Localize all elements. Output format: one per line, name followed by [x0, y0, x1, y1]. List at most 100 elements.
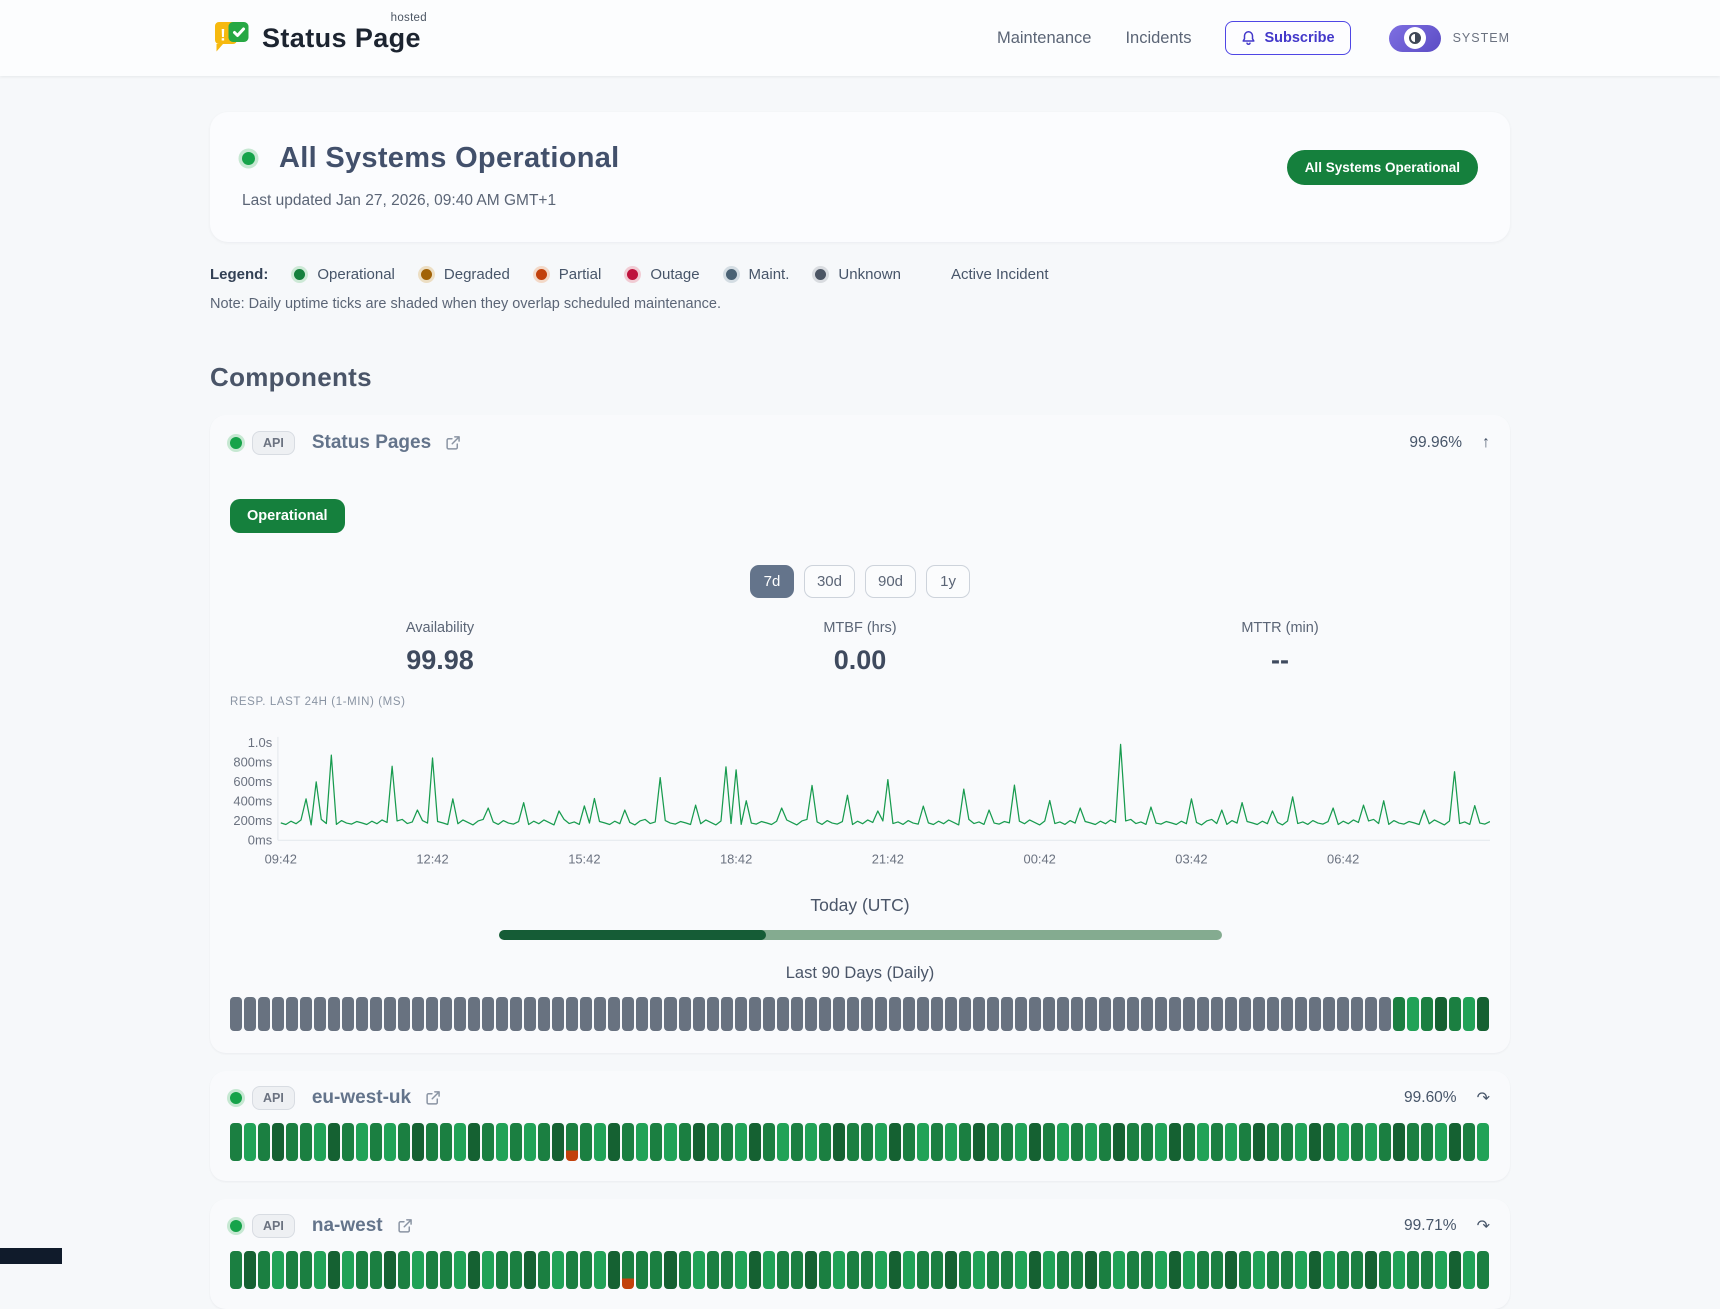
- uptime-tick[interactable]: [1463, 1123, 1475, 1161]
- uptime-tick[interactable]: [1211, 1251, 1223, 1289]
- uptime-tick[interactable]: [594, 997, 606, 1031]
- uptime-tick[interactable]: [931, 997, 943, 1031]
- uptime-tick[interactable]: [861, 1123, 873, 1161]
- uptime-tick[interactable]: [1043, 997, 1055, 1031]
- uptime-tick[interactable]: [622, 997, 634, 1031]
- uptime-tick[interactable]: [1379, 1123, 1391, 1161]
- uptime-tick[interactable]: [833, 1123, 845, 1161]
- uptime-tick[interactable]: [1057, 1123, 1069, 1161]
- uptime-tick[interactable]: [1015, 1251, 1027, 1289]
- uptime-tick[interactable]: [861, 997, 873, 1031]
- uptime-tick[interactable]: [1169, 997, 1181, 1031]
- uptime-tick[interactable]: [314, 997, 326, 1031]
- uptime-tick[interactable]: [384, 997, 396, 1031]
- uptime-tick[interactable]: [1421, 1251, 1433, 1289]
- uptime-tick[interactable]: [1365, 1123, 1377, 1161]
- uptime-tick[interactable]: [693, 997, 705, 1031]
- uptime-tick[interactable]: [1141, 997, 1153, 1031]
- uptime-tick[interactable]: [230, 997, 242, 1031]
- uptime-tick[interactable]: [1085, 997, 1097, 1031]
- uptime-tick[interactable]: [1295, 997, 1307, 1031]
- uptime-tick[interactable]: [594, 1251, 606, 1289]
- uptime-tick[interactable]: [1197, 1251, 1209, 1289]
- uptime-tick[interactable]: [1323, 1123, 1335, 1161]
- uptime-tick[interactable]: [1029, 1123, 1041, 1161]
- uptime-tick[interactable]: [524, 997, 536, 1031]
- range-button-7d[interactable]: 7d: [750, 565, 794, 598]
- uptime-tick[interactable]: [482, 997, 494, 1031]
- uptime-tick[interactable]: [819, 1251, 831, 1289]
- uptime-tick[interactable]: [1211, 1123, 1223, 1161]
- uptime-tick[interactable]: [552, 1123, 564, 1161]
- uptime-tick[interactable]: [1295, 1123, 1307, 1161]
- uptime-tick[interactable]: [398, 1251, 410, 1289]
- uptime-tick[interactable]: [1225, 997, 1237, 1031]
- uptime-tick[interactable]: [636, 1251, 648, 1289]
- uptime-tick[interactable]: [889, 1123, 901, 1161]
- uptime-tick[interactable]: [328, 997, 340, 1031]
- uptime-tick[interactable]: [1071, 997, 1083, 1031]
- uptime-tick[interactable]: [1435, 1123, 1447, 1161]
- uptime-tick[interactable]: [693, 1123, 705, 1161]
- uptime-tick[interactable]: [342, 997, 354, 1031]
- uptime-tick[interactable]: [342, 1251, 354, 1289]
- uptime-tick[interactable]: [1295, 1251, 1307, 1289]
- uptime-tick[interactable]: [1281, 1251, 1293, 1289]
- uptime-tick[interactable]: [1169, 1251, 1181, 1289]
- component-name[interactable]: eu-west-uk: [312, 1087, 411, 1109]
- uptime-tick[interactable]: [650, 1123, 662, 1161]
- uptime-tick[interactable]: [1099, 1123, 1111, 1161]
- uptime-tick[interactable]: [987, 1251, 999, 1289]
- uptime-tick[interactable]: [552, 1251, 564, 1289]
- uptime-tick[interactable]: [805, 1251, 817, 1289]
- uptime-tick[interactable]: [1085, 1251, 1097, 1289]
- uptime-tick[interactable]: [847, 1251, 859, 1289]
- uptime-tick[interactable]: [973, 1251, 985, 1289]
- uptime-tick[interactable]: [1323, 997, 1335, 1031]
- uptime-tick[interactable]: [286, 1251, 298, 1289]
- uptime-tick[interactable]: [1001, 997, 1013, 1031]
- uptime-tick[interactable]: [1337, 1123, 1349, 1161]
- collapse-icon[interactable]: ↑: [1482, 434, 1490, 452]
- uptime-tick[interactable]: [1183, 1123, 1195, 1161]
- uptime-tick[interactable]: [721, 1251, 733, 1289]
- brand-logo[interactable]: ! Status Page hosted: [210, 18, 421, 58]
- uptime-tick[interactable]: [636, 1123, 648, 1161]
- uptime-tick[interactable]: [1309, 1123, 1321, 1161]
- uptime-tick[interactable]: [1337, 997, 1349, 1031]
- uptime-tick[interactable]: [791, 1123, 803, 1161]
- uptime-tick[interactable]: [566, 1251, 578, 1289]
- uptime-tick[interactable]: [412, 1251, 424, 1289]
- uptime-tick[interactable]: [1099, 1251, 1111, 1289]
- uptime-tick[interactable]: [1071, 1123, 1083, 1161]
- uptime-tick[interactable]: [1239, 997, 1251, 1031]
- range-button-30d[interactable]: 30d: [804, 565, 855, 598]
- uptime-tick[interactable]: [1365, 1251, 1377, 1289]
- uptime-tick[interactable]: [454, 1251, 466, 1289]
- uptime-tick[interactable]: [356, 997, 368, 1031]
- uptime-tick[interactable]: [1057, 1251, 1069, 1289]
- uptime-tick[interactable]: [1127, 1251, 1139, 1289]
- uptime-tick[interactable]: [1141, 1123, 1153, 1161]
- nav-incidents[interactable]: Incidents: [1125, 29, 1191, 48]
- uptime-tick[interactable]: [1225, 1123, 1237, 1161]
- uptime-tick[interactable]: [286, 1123, 298, 1161]
- uptime-tick[interactable]: [959, 997, 971, 1031]
- uptime-tick[interactable]: [903, 1123, 915, 1161]
- uptime-tick[interactable]: [1407, 997, 1419, 1031]
- uptime-tick[interactable]: [580, 1123, 592, 1161]
- uptime-tick[interactable]: [847, 1123, 859, 1161]
- uptime-tick[interactable]: [286, 997, 298, 1031]
- uptime-tick[interactable]: [917, 1123, 929, 1161]
- uptime-tick[interactable]: [412, 1123, 424, 1161]
- uptime-tick[interactable]: [1449, 1251, 1461, 1289]
- uptime-tick[interactable]: [791, 1251, 803, 1289]
- uptime-tick[interactable]: [398, 997, 410, 1031]
- uptime-tick[interactable]: [1155, 997, 1167, 1031]
- uptime-tick[interactable]: [356, 1251, 368, 1289]
- uptime-tick[interactable]: [1197, 997, 1209, 1031]
- uptime-tick[interactable]: [1281, 1123, 1293, 1161]
- uptime-tick[interactable]: [763, 1123, 775, 1161]
- uptime-tick[interactable]: [538, 997, 550, 1031]
- external-link-icon[interactable]: [445, 435, 461, 451]
